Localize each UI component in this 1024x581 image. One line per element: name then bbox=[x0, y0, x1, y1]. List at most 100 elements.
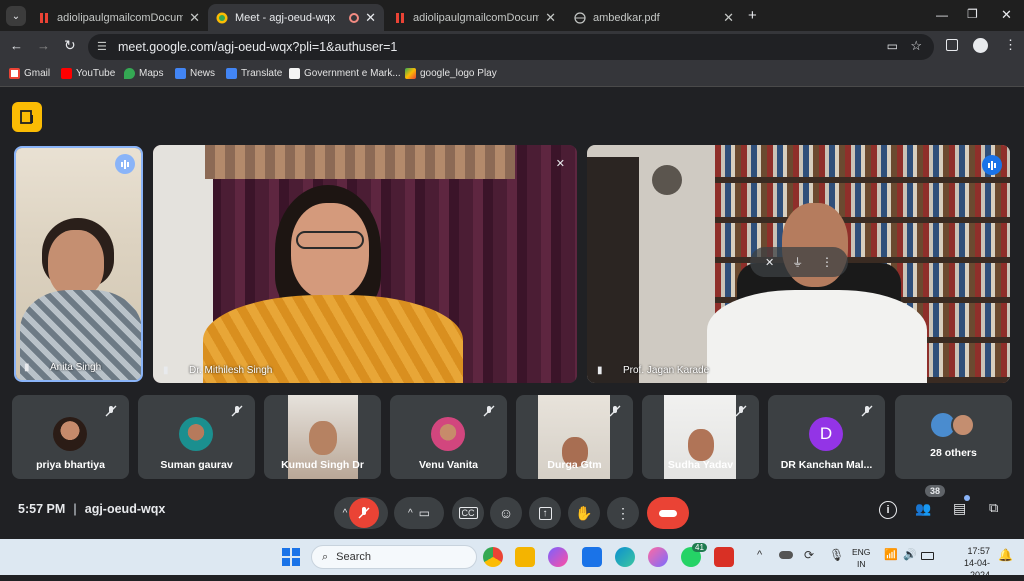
language-indicator[interactable]: ENG IN bbox=[852, 546, 870, 570]
participant-tile[interactable]: Durga Gtm bbox=[516, 395, 633, 479]
bookmark-news[interactable]: News bbox=[175, 68, 215, 79]
bookmark-translate[interactable]: Translate bbox=[226, 68, 282, 79]
wall-clock bbox=[652, 165, 682, 195]
participant-tile[interactable]: Venu Vanita bbox=[390, 395, 507, 479]
camera-icon[interactable]: ▭ bbox=[887, 39, 898, 53]
tab-document-2[interactable]: adiolipaulgmailcomDocument 4 ✕ bbox=[386, 4, 564, 31]
meeting-app-icon[interactable] bbox=[12, 102, 42, 132]
close-icon[interactable]: ✕ bbox=[365, 10, 376, 26]
camera-options-chevron-icon[interactable]: ^ bbox=[408, 508, 413, 519]
mail-icon[interactable] bbox=[582, 547, 602, 567]
onedrive-icon[interactable] bbox=[779, 551, 793, 559]
forward-button[interactable]: → bbox=[37, 38, 50, 53]
participant-tile-main[interactable]: ▮ Anita Singh bbox=[14, 146, 143, 382]
maps-icon bbox=[124, 68, 135, 79]
mic-control-group: ^ bbox=[334, 497, 388, 529]
bookmark-gem[interactable]: Government e Mark... bbox=[289, 68, 401, 79]
search-placeholder: Search bbox=[336, 551, 372, 563]
more-options-icon: ⋮ bbox=[616, 504, 630, 521]
mic-off-icon: ✕ bbox=[555, 158, 565, 170]
participant-tile[interactable]: Sudha Yadav bbox=[642, 395, 759, 479]
participant-tile[interactable]: Kumud Singh Dr bbox=[264, 395, 381, 479]
participant-name: DR Kanchan Mal... bbox=[780, 459, 873, 471]
close-icon[interactable]: ✕ bbox=[723, 10, 734, 26]
chat-icon: ▤ bbox=[953, 500, 967, 516]
info-icon: i bbox=[886, 504, 890, 516]
participant-tile-main[interactable]: ✕ ▮ Dr. Mithilesh Singh bbox=[153, 145, 577, 383]
copilot-icon[interactable] bbox=[548, 547, 568, 567]
bookmark-maps[interactable]: Maps bbox=[124, 68, 163, 79]
camera-toggle-button[interactable]: ▭ bbox=[419, 506, 430, 520]
acrobat-icon[interactable] bbox=[714, 547, 734, 567]
people-button[interactable]: 👥 bbox=[915, 501, 931, 517]
gmail-icon bbox=[9, 68, 20, 79]
reload-button[interactable]: ↻ bbox=[64, 37, 76, 54]
tab-meet[interactable]: Meet - agj-oeud-wqx ✕ bbox=[208, 4, 384, 31]
browser-toolbar: ← → ↻ ☰ meet.google.com/agj-oeud-wqx?pli… bbox=[0, 31, 1024, 63]
participant-tile[interactable]: priya bhartiya bbox=[12, 395, 129, 479]
tab-search-button[interactable]: ⌄ bbox=[6, 6, 26, 26]
avatar bbox=[53, 417, 87, 451]
minimize-button[interactable]: — bbox=[936, 8, 948, 22]
leave-call-button[interactable] bbox=[647, 497, 689, 529]
close-window-button[interactable]: ✕ bbox=[1001, 7, 1012, 23]
participant-tile[interactable]: D DR Kanchan Mal... bbox=[768, 395, 885, 479]
chat-button[interactable]: ▤ bbox=[953, 500, 966, 517]
file-explorer-icon[interactable] bbox=[515, 547, 535, 567]
pin-icon[interactable]: ▮ bbox=[163, 365, 169, 376]
mic-off-icon bbox=[735, 405, 747, 417]
pin-icon[interactable]: ▮ bbox=[597, 365, 603, 376]
raise-hand-button[interactable]: ✋ bbox=[568, 497, 600, 529]
menu-icon[interactable]: ⋮ bbox=[1004, 37, 1017, 53]
captions-button[interactable]: CC bbox=[452, 497, 484, 529]
restore-button[interactable]: ❐ bbox=[967, 7, 978, 21]
reactions-button[interactable]: ☺ bbox=[490, 497, 522, 529]
meeting-details-button[interactable]: i bbox=[879, 501, 897, 519]
address-bar[interactable]: ☰ meet.google.com/agj-oeud-wqx?pli=1&aut… bbox=[88, 34, 934, 60]
pin-off-icon[interactable]: ✕ bbox=[765, 256, 774, 269]
close-icon[interactable]: ✕ bbox=[545, 10, 556, 26]
profile-icon[interactable] bbox=[973, 38, 988, 53]
bookmark-youtube[interactable]: YouTube bbox=[61, 68, 115, 79]
more-options-button[interactable]: ⋮ bbox=[607, 497, 639, 529]
others-tile[interactable]: 28 others bbox=[895, 395, 1012, 479]
volume-icon[interactable]: 🔊 bbox=[903, 548, 917, 561]
bookmark-star-icon[interactable]: ☆ bbox=[910, 38, 922, 54]
mute-icon[interactable]: ⏚ bbox=[792, 254, 803, 270]
participant-name: Anita Singh bbox=[50, 362, 102, 373]
doorway bbox=[587, 157, 639, 383]
clock[interactable]: 17:57 14-04-2024 bbox=[944, 545, 990, 581]
mic-options-chevron-icon[interactable]: ^ bbox=[343, 508, 348, 519]
tab-pdf[interactable]: ambedkar.pdf ✕ bbox=[566, 4, 742, 31]
participant-body bbox=[707, 290, 927, 383]
activities-button[interactable]: ⧉ bbox=[989, 500, 998, 516]
present-button[interactable]: ↑ bbox=[529, 497, 561, 529]
more-options-icon[interactable]: ⋮ bbox=[821, 255, 833, 269]
battery-icon[interactable] bbox=[921, 552, 934, 560]
chrome-icon[interactable] bbox=[483, 547, 503, 567]
pin-icon[interactable]: ▮ bbox=[24, 362, 30, 373]
windows-taskbar: ⌕ Search 41 ^ ⟳ 🎙 ENG IN 📶 🔊 17:57 14-04… bbox=[0, 539, 1024, 580]
taskbar-search[interactable]: ⌕ Search bbox=[311, 545, 477, 569]
wifi-icon[interactable]: 📶 bbox=[884, 548, 898, 561]
bookmark-gmail[interactable]: Gmail bbox=[9, 68, 50, 79]
side-panel-icon[interactable] bbox=[946, 39, 958, 51]
mic-toggle-button[interactable] bbox=[349, 498, 380, 528]
close-icon[interactable]: ✕ bbox=[189, 10, 200, 26]
start-button[interactable] bbox=[282, 548, 300, 566]
bookmark-play[interactable]: google_logo Play bbox=[405, 68, 497, 79]
sync-icon[interactable]: ⟳ bbox=[804, 548, 814, 562]
microphone-icon[interactable]: 🎙 bbox=[829, 548, 844, 562]
notification-bell-icon[interactable]: 🔔 bbox=[998, 548, 1013, 562]
meeting-code: agj-oeud-wqx bbox=[84, 502, 166, 516]
site-info-icon[interactable]: ☰ bbox=[97, 40, 107, 53]
tray-overflow-icon[interactable]: ^ bbox=[757, 549, 762, 561]
participant-tile[interactable]: Suman gaurav bbox=[138, 395, 255, 479]
new-tab-button[interactable]: + bbox=[748, 7, 757, 24]
app-icon[interactable] bbox=[648, 547, 668, 567]
back-button[interactable]: ← bbox=[10, 38, 23, 53]
participant-tile-main[interactable]: ✕ ⏚ ⋮ ▮ Prof. Jagan Karade bbox=[587, 145, 1010, 383]
edge-icon[interactable] bbox=[615, 547, 635, 567]
participant-name: Dr. Mithilesh Singh bbox=[189, 365, 273, 376]
tab-document-1[interactable]: adiolipaulgmailcomDocument 4 ✕ bbox=[30, 4, 208, 31]
